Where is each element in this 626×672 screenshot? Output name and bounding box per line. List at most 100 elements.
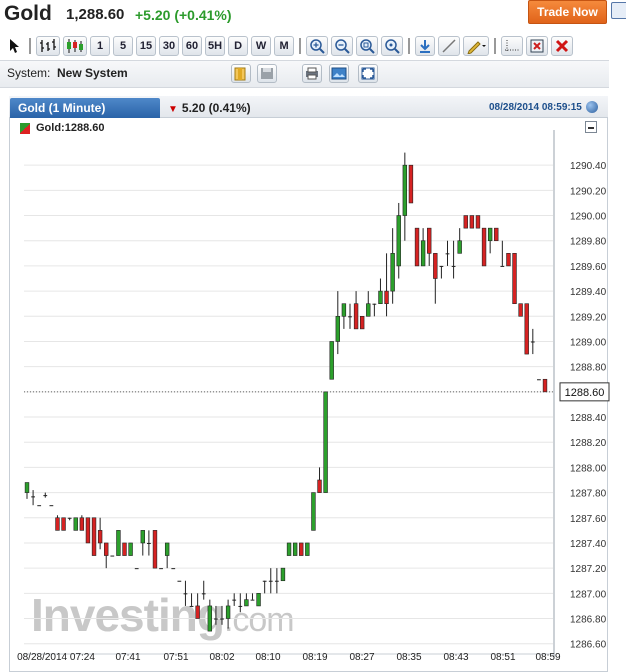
candle-body [305,542,310,556]
candle [537,379,541,381]
candle [268,568,273,594]
candle-body [195,605,200,619]
candle-body [323,391,328,493]
y-tick-label: 1287.00 [570,589,607,600]
candle-body [366,303,371,317]
candle-body [116,530,121,556]
candle [506,253,511,267]
candlestick-chart: 1290.40 1290.20 1290.00 1289.80 1289.60 1289.… [17,130,610,663]
x-tick-label: 08:35 [396,652,421,663]
candle [378,278,383,305]
candle [128,542,133,556]
candle-body [262,580,267,582]
candle [134,568,139,570]
candle [55,515,60,531]
candle-body [329,341,334,380]
candle [225,599,231,629]
candle-body [317,479,322,493]
candle [110,555,115,557]
y-tick-label: 1290.00 [570,212,607,223]
candle-body [67,517,72,519]
candle [73,517,78,531]
candle [402,152,408,241]
candle-body [220,618,224,620]
x-tick-label: 07:41 [115,652,140,663]
candle-body [542,378,548,393]
candle-body [286,542,292,556]
candle [530,328,535,355]
candle [463,215,468,229]
candle [524,303,529,355]
candle-body [348,316,352,318]
candle [299,542,304,556]
candle-body [487,227,493,242]
candle-body [524,303,529,355]
candle-body [250,599,255,601]
candle-body [97,530,103,544]
candle-body [207,605,213,632]
candle [244,593,249,607]
candle [286,542,292,556]
candle [189,593,194,607]
candle [408,164,414,204]
candle-body [500,265,505,267]
candle-body [79,517,85,531]
candle [140,530,145,556]
y-tick-label: 1290.40 [570,161,607,172]
candle [359,315,365,330]
candle [469,215,475,229]
candle [500,240,505,267]
candle-body [55,517,60,531]
candle-body [91,517,97,556]
candle [49,505,54,507]
y-tick-label: 1288.80 [570,363,607,374]
candle-body [457,240,462,254]
y-tick-label: 1287.20 [570,564,607,575]
candle-body [177,580,182,582]
y-tick-label: 1289.80 [570,237,607,248]
candle-body [146,542,151,544]
candle-body [61,517,66,531]
candle [494,227,499,242]
candle [311,492,316,531]
candle [457,228,462,254]
x-tick-label: 08:10 [255,652,280,663]
candle [481,227,487,267]
candle [152,530,158,569]
candle [475,215,481,229]
candle-body [530,341,535,343]
candle [24,482,30,499]
candle [366,291,371,317]
candle-body [408,164,414,204]
candle [104,542,109,569]
candle [341,303,347,329]
candle [97,517,103,550]
candle-body [469,215,475,229]
candle [122,542,127,556]
y-axis: 1290.40 1290.20 1290.00 1289.80 1289.60 1289.… [24,130,610,658]
candle-body [335,315,340,342]
candle-body [49,505,54,507]
y-tick-label: 1286.60 [570,640,607,651]
candle-body [24,482,30,493]
candle [61,517,66,531]
chart-gridlines [24,164,553,645]
y-tick-label: 1290.20 [570,186,607,197]
candle-body [463,215,468,229]
candle [79,515,85,531]
candle-body [201,593,206,595]
y-tick-label: 1289.60 [570,262,607,273]
candle [171,568,176,570]
candle [451,240,456,279]
candle [348,303,352,329]
candle-body [37,505,42,507]
candle-body [104,542,109,556]
candle-body [427,227,432,254]
y-tick-label: 1287.60 [570,514,607,525]
candle [37,505,42,507]
candle-body [238,605,243,607]
candle-body [122,542,127,556]
candle-body [439,265,444,267]
candle-body [43,495,48,497]
candle [396,202,401,279]
